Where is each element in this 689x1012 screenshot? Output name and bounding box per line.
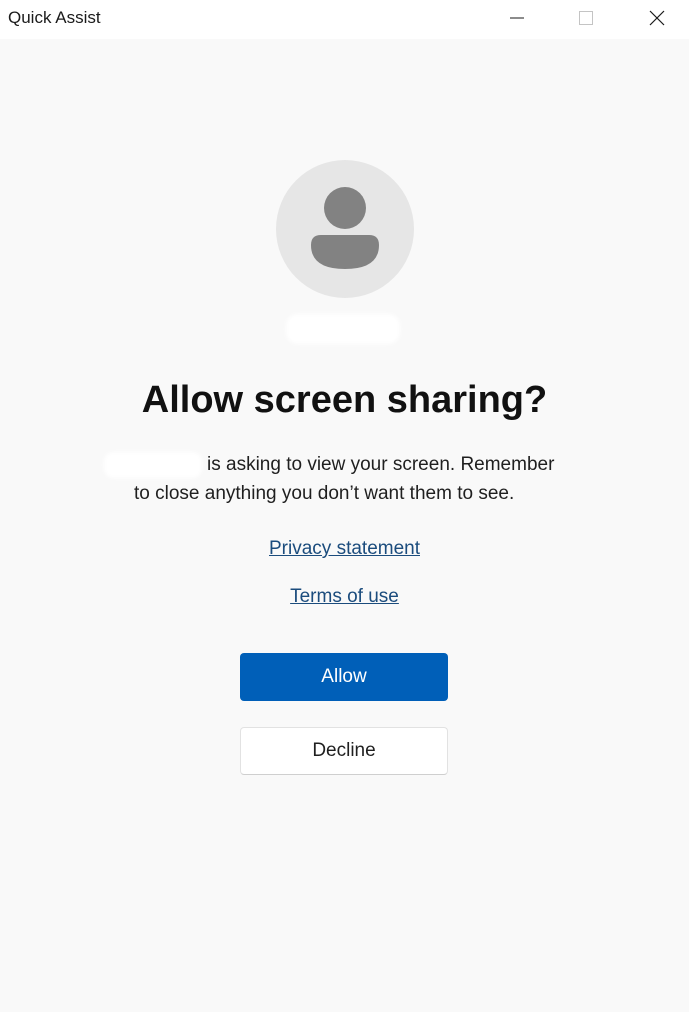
close-button[interactable] <box>634 0 680 36</box>
minimize-icon <box>510 17 524 19</box>
terms-of-use-link[interactable]: Terms of use <box>0 585 689 609</box>
maximize-icon <box>579 11 593 25</box>
minimize-button[interactable] <box>494 0 540 36</box>
allow-button[interactable]: Allow <box>240 653 448 701</box>
avatar <box>276 160 414 298</box>
redacted-helper-name <box>286 314 400 344</box>
request-message-line-2: to close anything you don’t want them to… <box>134 483 515 504</box>
page-title: Allow screen sharing? <box>141 379 548 421</box>
decline-button[interactable]: Decline <box>240 727 448 775</box>
app-title: Quick Assist <box>8 8 101 27</box>
request-message-line-1: is asking to view your screen. Remember <box>207 454 555 475</box>
allow-button-label: Allow <box>321 666 367 687</box>
redacted-requester-name <box>104 452 202 478</box>
maximize-button[interactable] <box>563 0 609 36</box>
person-icon <box>311 187 379 269</box>
title-bar[interactable]: Quick Assist <box>0 0 689 39</box>
close-icon <box>649 10 665 26</box>
decline-button-label: Decline <box>312 740 376 761</box>
privacy-statement-link[interactable]: Privacy statement <box>0 537 689 561</box>
